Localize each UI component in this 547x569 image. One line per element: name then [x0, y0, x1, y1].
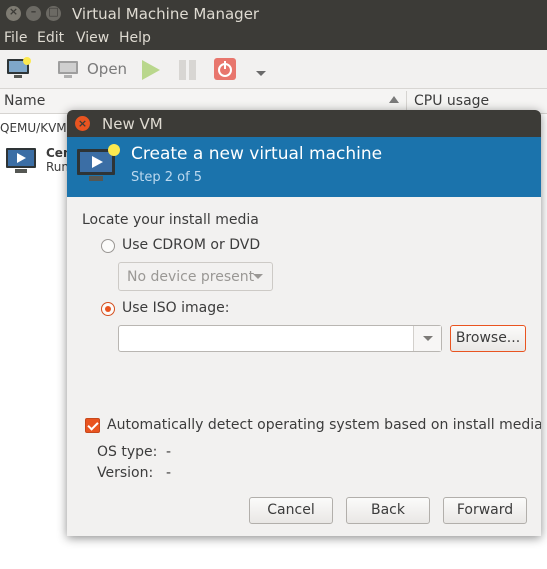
sort-up-icon — [389, 96, 399, 103]
forward-button[interactable]: Forward — [443, 497, 527, 524]
monitor-icon — [58, 61, 78, 78]
close-icon: × — [77, 117, 88, 130]
menu-file[interactable]: File — [4, 30, 27, 46]
new-vm-wizard-icon — [77, 144, 120, 181]
version-label: Version: — [97, 465, 154, 481]
iso-radio[interactable] — [101, 302, 115, 316]
cdrom-device-select: No device present — [118, 262, 273, 291]
open-button-label: Open — [87, 60, 128, 78]
install-media-label: Locate your install media — [82, 212, 259, 228]
menu-edit[interactable]: Edit — [37, 30, 64, 46]
chevron-down-icon — [253, 274, 263, 279]
window-title: Virtual Machine Manager — [72, 5, 260, 23]
wizard-heading: Create a new virtual machine — [131, 144, 383, 164]
cancel-button[interactable]: Cancel — [249, 497, 333, 524]
iso-history-dropdown[interactable] — [413, 326, 441, 351]
column-cpu-header[interactable]: CPU usage — [414, 93, 489, 109]
window-close-button[interactable]: × — [6, 5, 21, 21]
chevron-down-icon — [423, 336, 433, 341]
window-maximize-button[interactable]: □ — [46, 5, 61, 21]
menu-view[interactable]: View — [76, 30, 109, 46]
close-icon: × — [8, 5, 19, 18]
menu-help[interactable]: Help — [119, 30, 151, 46]
shutdown-button[interactable] — [213, 57, 239, 85]
os-type-value: - — [166, 444, 172, 460]
cdrom-device-value: No device present — [127, 269, 255, 285]
dialog-title: New VM — [102, 115, 163, 133]
cdrom-radio[interactable] — [101, 239, 115, 253]
wizard-step: Step 2 of 5 — [131, 170, 203, 185]
connection-label: QEMU/KVM — [0, 121, 67, 135]
column-divider — [406, 91, 407, 111]
iso-radio-label[interactable]: Use ISO image: — [122, 300, 229, 316]
pause-icon — [179, 60, 196, 80]
run-button[interactable] — [139, 58, 163, 86]
os-type-label: OS type: — [97, 444, 158, 460]
new-vm-dialog: × New VM Create a new virtual machine St… — [67, 110, 541, 536]
browse-button[interactable]: Browse... — [450, 325, 526, 352]
maximize-icon: □ — [48, 5, 59, 18]
menubar: File Edit View Help — [0, 28, 547, 50]
chevron-down-icon — [256, 71, 266, 76]
column-name-header[interactable]: Name — [4, 93, 45, 109]
back-button[interactable]: Back — [346, 497, 430, 524]
auto-detect-label[interactable]: Automatically detect operating system ba… — [107, 417, 541, 433]
wizard-banner: Create a new virtual machine Step 2 of 5 — [67, 137, 541, 197]
iso-path-input[interactable] — [118, 325, 442, 352]
dialog-titlebar: × New VM — [67, 110, 541, 137]
dialog-close-button[interactable]: × — [75, 116, 90, 131]
toolbar: Open — [0, 50, 547, 89]
new-vm-icon — [7, 57, 31, 78]
vm-status: Run — [46, 160, 70, 174]
play-icon — [142, 60, 160, 80]
shutdown-dropdown[interactable] — [255, 66, 267, 82]
minimize-icon: – — [30, 5, 37, 18]
power-icon — [214, 58, 236, 80]
auto-detect-checkbox[interactable] — [85, 418, 100, 433]
main-titlebar: × – □ Virtual Machine Manager — [0, 0, 547, 28]
cdrom-radio-label[interactable]: Use CDROM or DVD — [122, 237, 260, 253]
new-vm-button[interactable] — [6, 56, 32, 84]
version-value: - — [166, 465, 172, 481]
window-minimize-button[interactable]: – — [26, 5, 41, 21]
vm-monitor-icon — [6, 148, 36, 173]
pause-button[interactable] — [177, 58, 199, 86]
open-button[interactable] — [57, 60, 81, 84]
